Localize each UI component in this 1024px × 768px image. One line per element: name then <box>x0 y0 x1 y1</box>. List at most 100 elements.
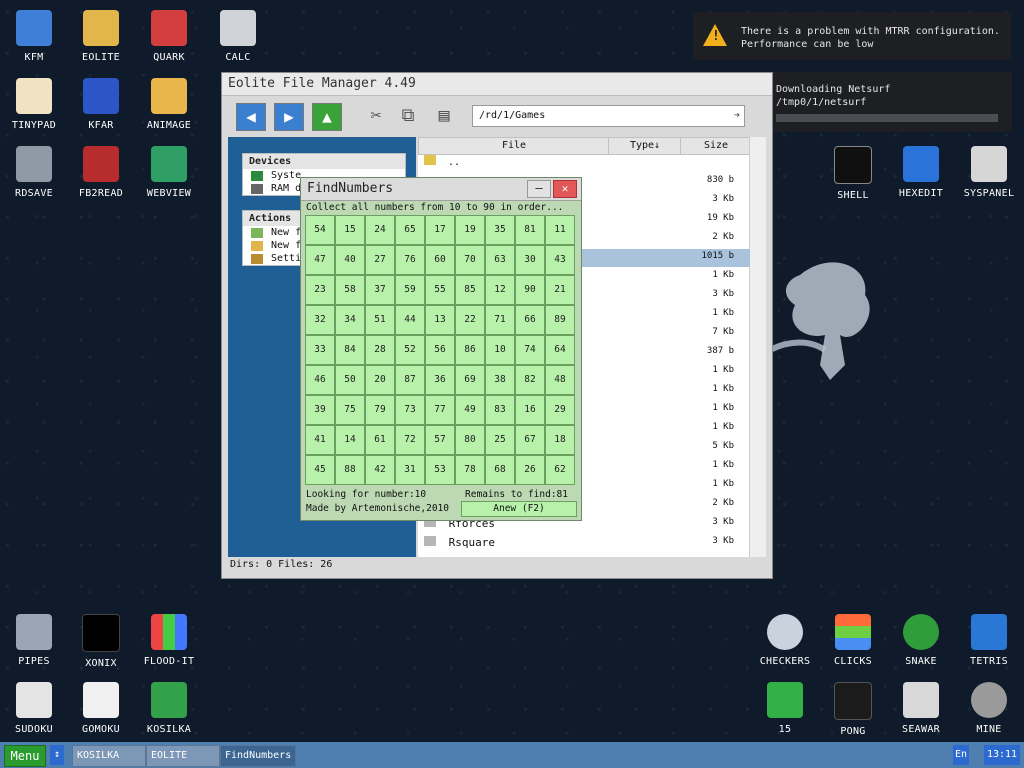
desktop-icon-tinypad[interactable]: TINYPAD <box>0 78 68 131</box>
grid-cell[interactable]: 65 <box>395 215 425 245</box>
grid-cell[interactable]: 51 <box>365 305 395 335</box>
grid-cell[interactable]: 82 <box>515 365 545 395</box>
grid-cell[interactable]: 67 <box>515 425 545 455</box>
taskbar-task-kosilka[interactable]: KOSILKA <box>72 745 146 767</box>
grid-cell[interactable]: 12 <box>485 275 515 305</box>
grid-cell[interactable]: 24 <box>365 215 395 245</box>
grid-cell[interactable]: 27 <box>365 245 395 275</box>
paste-icon[interactable]: ▤ <box>430 103 458 129</box>
parent-dir-row[interactable]: .. <box>424 155 460 168</box>
grid-cell[interactable]: 89 <box>545 305 575 335</box>
grid-cell[interactable]: 14 <box>335 425 365 455</box>
desktop-icon-hexedit[interactable]: HEXEDIT <box>887 146 955 199</box>
grid-cell[interactable]: 31 <box>395 455 425 485</box>
desktop-icon-xonix[interactable]: XONIX <box>67 614 135 669</box>
grid-cell[interactable]: 34 <box>335 305 365 335</box>
grid-cell[interactable]: 16 <box>515 395 545 425</box>
desktop-icon-fb2read[interactable]: FB2READ <box>67 146 135 199</box>
grid-cell[interactable]: 17 <box>425 215 455 245</box>
grid-cell[interactable]: 86 <box>455 335 485 365</box>
grid-cell[interactable]: 72 <box>395 425 425 455</box>
up-button[interactable]: ▲ <box>312 103 342 131</box>
anew-button[interactable]: Anew (F2) <box>461 501 577 517</box>
desktop-icon-sudoku[interactable]: SUDOKU <box>0 682 68 735</box>
grid-cell[interactable]: 47 <box>305 245 335 275</box>
notification-mtrr[interactable]: There is a problem with MTRR configurati… <box>693 12 1011 60</box>
desktop-icon-15[interactable]: 15 <box>751 682 819 735</box>
menu-button[interactable]: Menu <box>4 745 46 767</box>
file-row-rsquare[interactable]: Rsquare <box>424 536 495 549</box>
grid-cell[interactable]: 71 <box>485 305 515 335</box>
grid-cell[interactable]: 69 <box>455 365 485 395</box>
grid-cell[interactable]: 73 <box>395 395 425 425</box>
desktop-icon-pong[interactable]: PONG <box>819 682 887 737</box>
grid-cell[interactable]: 18 <box>545 425 575 455</box>
grid-cell[interactable]: 56 <box>425 335 455 365</box>
grid-cell[interactable]: 22 <box>455 305 485 335</box>
grid-cell[interactable]: 54 <box>305 215 335 245</box>
grid-cell[interactable]: 15 <box>335 215 365 245</box>
close-button[interactable]: ✕ <box>553 180 577 198</box>
grid-cell[interactable]: 35 <box>485 215 515 245</box>
column-type[interactable]: Type↓ <box>608 137 682 155</box>
desktop-icon-kfm[interactable]: KFM <box>0 10 68 63</box>
grid-cell[interactable]: 32 <box>305 305 335 335</box>
grid-cell[interactable]: 83 <box>485 395 515 425</box>
desktop-icon-gomoku[interactable]: GOMOKU <box>67 682 135 735</box>
grid-cell[interactable]: 40 <box>335 245 365 275</box>
desktop-icon-pipes[interactable]: PIPES <box>0 614 68 667</box>
desktop-icon-webview[interactable]: WEBVIEW <box>135 146 203 199</box>
grid-cell[interactable]: 58 <box>335 275 365 305</box>
desktop-icon-eolite[interactable]: EOLITE <box>67 10 135 63</box>
grid-cell[interactable]: 46 <box>305 365 335 395</box>
grid-cell[interactable]: 68 <box>485 455 515 485</box>
desktop-icon-flood-it[interactable]: FLOOD-IT <box>135 614 203 667</box>
grid-cell[interactable]: 28 <box>365 335 395 365</box>
grid-cell[interactable]: 29 <box>545 395 575 425</box>
file-list-scrollbar[interactable] <box>749 137 766 557</box>
grid-cell[interactable]: 80 <box>455 425 485 455</box>
grid-cell[interactable]: 55 <box>425 275 455 305</box>
desktop-icon-quark[interactable]: QUARK <box>135 10 203 63</box>
grid-cell[interactable]: 74 <box>515 335 545 365</box>
grid-cell[interactable]: 77 <box>425 395 455 425</box>
back-button[interactable]: ◀ <box>236 103 266 131</box>
desktop-icon-mine[interactable]: MINE <box>955 682 1023 735</box>
grid-cell[interactable]: 44 <box>395 305 425 335</box>
desktop-icon-kfar[interactable]: KFAR <box>67 78 135 131</box>
grid-cell[interactable]: 61 <box>365 425 395 455</box>
grid-cell[interactable]: 60 <box>425 245 455 275</box>
forward-button[interactable]: ▶ <box>274 103 304 131</box>
clock[interactable]: 13:11 <box>984 745 1020 765</box>
go-arrow-icon[interactable]: ➔ <box>734 106 740 126</box>
desktop-icon-checkers[interactable]: CHECKERS <box>751 614 819 667</box>
grid-cell[interactable]: 53 <box>425 455 455 485</box>
minimize-button[interactable]: – <box>527 180 551 198</box>
copy-icon[interactable]: ⧉ <box>394 103 422 129</box>
grid-cell[interactable]: 79 <box>365 395 395 425</box>
grid-cell[interactable]: 41 <box>305 425 335 455</box>
grid-cell[interactable]: 20 <box>365 365 395 395</box>
grid-cell[interactable]: 81 <box>515 215 545 245</box>
desktop-icon-tetris[interactable]: TETRIS <box>955 614 1023 667</box>
task-switch-arrow-icon[interactable]: ↕ <box>50 745 64 765</box>
grid-cell[interactable]: 87 <box>395 365 425 395</box>
grid-cell[interactable]: 43 <box>545 245 575 275</box>
grid-cell[interactable]: 57 <box>425 425 455 455</box>
taskbar-task-findnumbers[interactable]: FindNumbers <box>220 745 296 767</box>
grid-cell[interactable]: 90 <box>515 275 545 305</box>
grid-cell[interactable]: 26 <box>515 455 545 485</box>
grid-cell[interactable]: 84 <box>335 335 365 365</box>
grid-cell[interactable]: 30 <box>515 245 545 275</box>
grid-cell[interactable]: 33 <box>305 335 335 365</box>
grid-cell[interactable]: 39 <box>305 395 335 425</box>
grid-cell[interactable]: 66 <box>515 305 545 335</box>
grid-cell[interactable]: 49 <box>455 395 485 425</box>
grid-cell[interactable]: 78 <box>455 455 485 485</box>
grid-cell[interactable]: 75 <box>335 395 365 425</box>
grid-cell[interactable]: 19 <box>455 215 485 245</box>
grid-cell[interactable]: 62 <box>545 455 575 485</box>
grid-cell[interactable]: 76 <box>395 245 425 275</box>
grid-cell[interactable]: 85 <box>455 275 485 305</box>
grid-cell[interactable]: 21 <box>545 275 575 305</box>
